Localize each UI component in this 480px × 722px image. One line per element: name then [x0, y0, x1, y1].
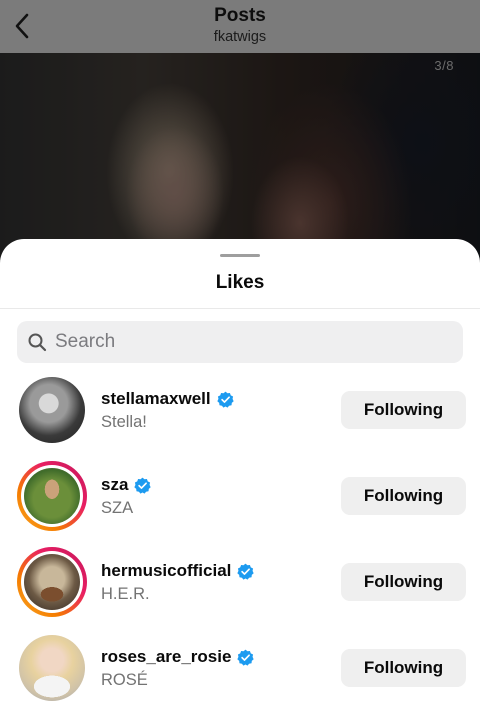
- page-subtitle: fkatwigs: [213, 29, 267, 45]
- avatar[interactable]: [17, 375, 87, 445]
- full-name: H.E.R.: [101, 585, 150, 603]
- username[interactable]: roses_are_rosie: [101, 647, 231, 667]
- full-name: ROSÉ: [101, 671, 148, 689]
- verified-badge-icon: [237, 563, 255, 580]
- full-name: SZA: [101, 499, 134, 517]
- search-icon: [28, 333, 47, 352]
- avatar-image: [24, 554, 80, 610]
- list-item[interactable]: stellamaxwell Stella! Following: [0, 374, 480, 460]
- username[interactable]: sza: [101, 475, 128, 495]
- following-button[interactable]: Following: [341, 391, 466, 429]
- username[interactable]: hermusicofficial: [101, 561, 231, 581]
- list-item[interactable]: roses_are_rosie ROSÉ Following: [0, 632, 480, 718]
- sheet-drag-handle[interactable]: [220, 254, 260, 257]
- likes-list: stellamaxwell Stella! Following sza SZA …: [0, 374, 480, 718]
- full-name: Stella!: [101, 413, 147, 431]
- screen: Posts fkatwigs 3/8 Likes stellamaxwell: [0, 0, 480, 722]
- divider: [0, 308, 480, 309]
- search-input[interactable]: [55, 331, 435, 353]
- avatar[interactable]: [17, 633, 87, 703]
- avatar-story-ring[interactable]: [17, 547, 87, 617]
- verified-badge-icon: [237, 649, 255, 666]
- list-item[interactable]: hermusicofficial H.E.R. Following: [0, 546, 480, 632]
- following-button[interactable]: Following: [341, 477, 466, 515]
- verified-badge-icon: [134, 477, 152, 494]
- following-button[interactable]: Following: [341, 563, 466, 601]
- avatar-image: [19, 635, 85, 701]
- likes-sheet: Likes stellamaxwell: [0, 239, 480, 722]
- avatar-image: [24, 468, 80, 524]
- verified-badge-icon: [216, 391, 234, 408]
- top-bar: Posts fkatwigs: [0, 0, 480, 53]
- carousel-page-indicator: 3/8: [434, 58, 454, 73]
- following-button[interactable]: Following: [341, 649, 466, 687]
- username[interactable]: stellamaxwell: [101, 389, 211, 409]
- avatar-story-ring[interactable]: [17, 461, 87, 531]
- avatar-image: [19, 377, 85, 443]
- list-item[interactable]: sza SZA Following: [0, 460, 480, 546]
- sheet-title: Likes: [215, 272, 265, 293]
- search-bar[interactable]: [17, 321, 463, 363]
- page-title: Posts: [214, 5, 266, 26]
